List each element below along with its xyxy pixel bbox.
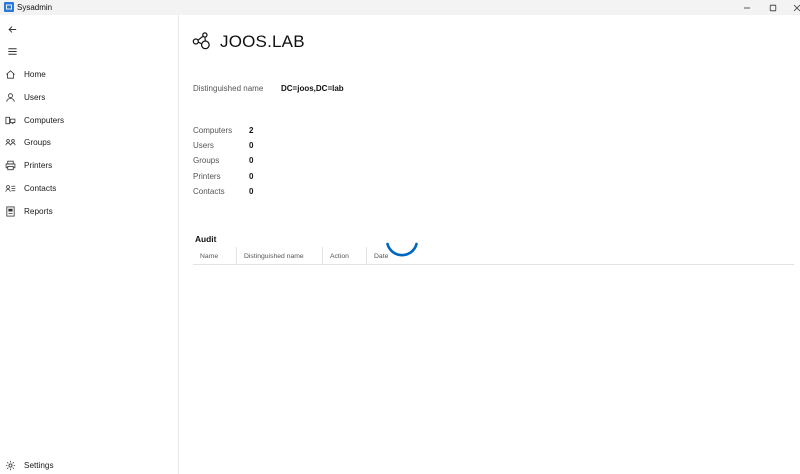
printer-icon — [5, 160, 16, 171]
stat-label-printers: Printers — [193, 172, 221, 181]
nav-label-printers: Printers — [24, 160, 53, 170]
nav-label-groups: Groups — [24, 137, 51, 147]
gear-icon — [5, 460, 16, 471]
nav-item-users[interactable]: Users — [0, 86, 179, 108]
stat-label-contacts: Contacts — [193, 187, 225, 196]
dn-label: Distinguished name — [193, 84, 264, 93]
user-icon — [5, 92, 16, 103]
stat-value-printers: 0 — [249, 172, 254, 181]
close-button[interactable] — [784, 0, 800, 15]
column-header-action[interactable]: Action — [323, 247, 367, 265]
window-title: Sysadmin — [17, 3, 53, 12]
stat-label-groups: Groups — [193, 156, 220, 165]
nav-item-contacts[interactable]: Contacts — [0, 177, 179, 199]
minimize-icon — [744, 7, 750, 8]
nav-label-users: Users — [24, 92, 46, 102]
back-arrow-icon — [7, 25, 16, 33]
close-icon — [793, 4, 800, 11]
group-icon — [5, 137, 16, 148]
minimize-button[interactable] — [734, 0, 760, 15]
computer-icon — [5, 115, 16, 126]
sidebar: Home Users Computers Groups Printers Con… — [0, 15, 179, 474]
stat-value-computers: 2 — [249, 126, 254, 135]
nav-label-home: Home — [24, 69, 46, 79]
title-bar: Sysadmin — [0, 0, 800, 15]
nav-item-reports[interactable]: Reports — [0, 200, 179, 222]
hamburger-icon — [7, 47, 17, 55]
maximize-button[interactable] — [760, 0, 786, 15]
home-icon — [5, 69, 16, 80]
back-button[interactable] — [0, 19, 24, 39]
nav-item-settings[interactable]: Settings — [0, 454, 179, 474]
app-icon — [4, 2, 14, 12]
nav-label-computers: Computers — [24, 115, 65, 125]
page-title: JOOS.LAB — [220, 32, 305, 51]
domain-network-icon — [192, 32, 210, 50]
audit-table-header: Name Distinguished name Action Date — [193, 247, 794, 265]
report-icon — [5, 206, 16, 217]
stat-value-users: 0 — [249, 141, 254, 150]
nav-item-groups[interactable]: Groups — [0, 131, 179, 153]
nav-item-home[interactable]: Home — [0, 63, 179, 85]
menu-button[interactable] — [0, 41, 24, 61]
contacts-icon — [5, 183, 16, 194]
nav-item-printers[interactable]: Printers — [0, 154, 179, 176]
stat-label-users: Users — [193, 141, 214, 150]
stat-label-computers: Computers — [193, 126, 233, 135]
stat-value-contacts: 0 — [249, 187, 254, 196]
column-header-distinguished-name[interactable]: Distinguished name — [237, 247, 323, 265]
maximize-icon — [769, 4, 777, 11]
nav-label-reports: Reports — [24, 206, 53, 216]
nav-label-settings: Settings — [24, 460, 54, 470]
main-content: JOOS.LAB Distinguished name DC=joos,DC=l… — [180, 15, 800, 474]
nav-item-computers[interactable]: Computers — [0, 109, 179, 131]
loading-spinner-icon — [386, 242, 418, 257]
nav-label-contacts: Contacts — [24, 183, 57, 193]
audit-title: Audit — [195, 234, 217, 244]
stat-value-groups: 0 — [249, 156, 254, 165]
dn-value: DC=joos,DC=lab — [281, 84, 344, 93]
column-header-name[interactable]: Name — [193, 247, 237, 265]
